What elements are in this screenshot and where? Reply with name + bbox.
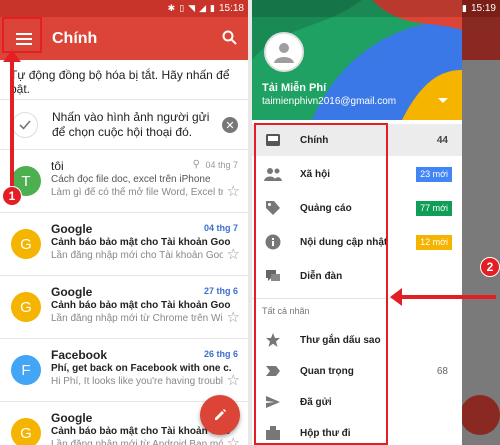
mail-date: 04 thg 7	[205, 160, 238, 170]
mail-subject: Cách đọc file doc, excel trên iPhone	[51, 174, 211, 185]
star-icon[interactable]: ☆	[227, 434, 240, 445]
new-count-badge: 12 mới	[416, 234, 452, 250]
mail-date: 26 thg 6	[203, 349, 238, 359]
star-icon[interactable]: ☆	[227, 182, 240, 200]
new-count-badge: 77 mới	[416, 200, 452, 216]
mail-date: 27 thg 6	[203, 286, 238, 296]
mail-snippet: Lần đăng nhập mới từ Chrome trên Wind	[51, 313, 223, 324]
dimmed-compose-button	[460, 395, 500, 435]
mail-sender: tôi	[51, 159, 64, 173]
pencil-icon	[215, 409, 226, 420]
tip-card: Nhấn vào hình ảnh người gửi để chọn cuộc…	[0, 100, 248, 150]
highlight-menu-box	[2, 17, 42, 53]
account-email: taimienphivn2016@gmail.com	[262, 96, 397, 107]
highlight-drawer-box	[254, 123, 388, 445]
star-icon[interactable]: ☆	[227, 245, 240, 263]
sender-avatar[interactable]: F	[11, 355, 41, 385]
mail-date: 04 thg 7	[203, 223, 238, 233]
account-dropdown-icon[interactable]	[438, 98, 448, 103]
signal-icon: ◢	[199, 3, 207, 13]
arrow-2	[400, 295, 496, 299]
vibrate-icon: ▯	[179, 3, 185, 13]
new-count-badge: 23 mới	[416, 166, 452, 182]
mail-snippet: Lần đăng nhập mới cho Tài khoản Google	[51, 250, 223, 261]
drawer-item-count: 44	[436, 134, 448, 146]
star-icon[interactable]: ☆	[227, 371, 240, 389]
mail-subject: Cảnh báo bảo mật cho Tài khoản Goo...	[51, 300, 231, 311]
account-name: Tải Miễn Phí	[262, 82, 327, 94]
mail-subject: Cảnh báo bảo mật cho Tài khoản Goo...	[51, 237, 231, 248]
dimmed-list	[462, 60, 500, 445]
account-header[interactable]: Tải Miễn Phí taimienphivn2016@gmail.com	[252, 0, 462, 120]
mail-sender: Google	[51, 285, 93, 299]
status-time: 15:19	[470, 3, 496, 14]
compose-button[interactable]	[200, 395, 240, 435]
mail-snippet: Lần đăng nhập mới từ Android Bạn mới	[51, 439, 223, 445]
arrow-1	[10, 58, 14, 186]
sender-avatar[interactable]: G	[11, 229, 41, 259]
mail-snippet: Hi Phí, It looks like you're having trou…	[51, 376, 223, 387]
wifi-icon: ◥	[188, 3, 196, 13]
page-title: Chính	[52, 29, 98, 47]
bluetooth-icon: ✱	[167, 3, 176, 13]
tip-text: Nhấn vào hình ảnh người gửi để chọn cuộc…	[52, 109, 210, 139]
dismiss-tip-button[interactable]: ✕	[222, 117, 238, 133]
step-badge-1: 1	[2, 186, 22, 206]
battery-icon: ▮	[462, 3, 467, 13]
battery-icon: ▮	[210, 3, 215, 13]
star-icon[interactable]: ☆	[227, 308, 240, 326]
status-time: 15:18	[218, 3, 244, 14]
mail-subject: Phí, get back on Facebook with one c...	[51, 363, 231, 374]
status-bar: ✱ ▯ ◥ ◢ ▮ 15:18	[0, 0, 248, 17]
mail-sender: Google	[51, 222, 93, 236]
drawer-item-count: 68	[436, 365, 448, 377]
mail-snippet: Làm gì để có thể mở file Word, Excel trê	[51, 187, 223, 198]
sender-avatar[interactable]: G	[11, 292, 41, 322]
sender-avatar[interactable]: G	[11, 418, 41, 445]
search-icon[interactable]	[222, 30, 238, 46]
sync-notice[interactable]: Tự động đồng bộ hóa bị tắt. Hãy nhấn để …	[0, 60, 248, 100]
screenshot-root: ✱ ▯ ◥ ◢ ▮ 15:18 Chính Tự động đồng bộ hó…	[0, 0, 500, 445]
mail-row[interactable]: G Google 27 thg 6 Cảnh báo bảo mật cho Tài …	[0, 276, 248, 339]
mail-row[interactable]: F Facebook 26 thg 6 Phí, get back on Facebo…	[0, 339, 248, 402]
mail-sender: Google	[51, 411, 93, 425]
mail-row[interactable]: G Google 04 thg 7 Cảnh báo bảo mật cho Tài …	[0, 213, 248, 276]
mail-sender: Facebook	[51, 348, 108, 362]
person-icon	[274, 43, 294, 63]
avatar[interactable]	[264, 32, 304, 72]
check-icon	[12, 111, 38, 138]
mail-row[interactable]: Ttôi ⚲ 04 thg 7 Cách đọc file doc, excel tr…	[0, 150, 248, 213]
attachment-icon: ⚲	[192, 159, 200, 170]
inbox-screen: ✱ ▯ ◥ ◢ ▮ 15:18 Chính Tự động đồng bộ hó…	[0, 0, 248, 445]
step-badge-2: 2	[480, 257, 500, 277]
